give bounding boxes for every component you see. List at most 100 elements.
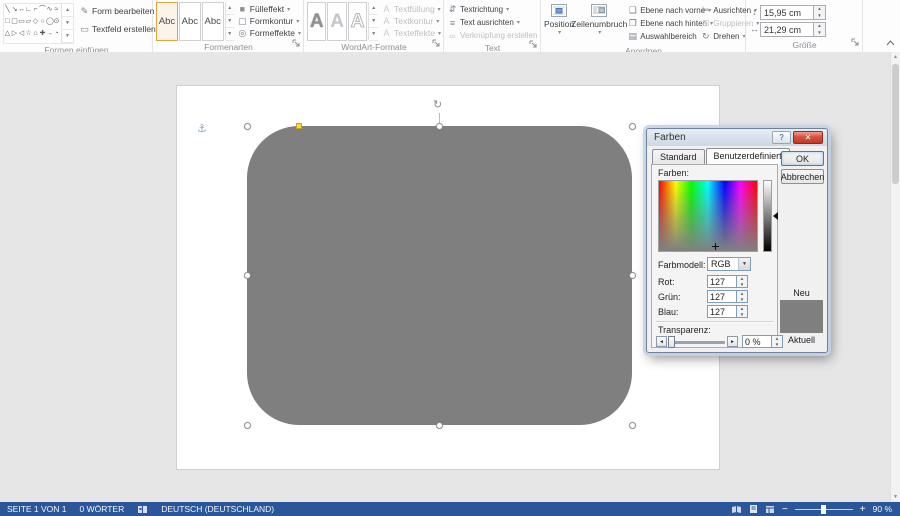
shape-icon[interactable]: ◇	[32, 16, 39, 28]
transparency-input[interactable]	[742, 335, 772, 348]
shape-icon[interactable]: ✚	[39, 28, 46, 40]
gallery-more-icon[interactable]: ▼	[62, 30, 73, 43]
group-objects-button[interactable]: ⊞ Gruppieren ▾	[700, 17, 752, 30]
gallery-more-icon[interactable]: ▼	[369, 28, 378, 41]
gallery-down-icon[interactable]: ▼	[226, 15, 234, 28]
shape-icon[interactable]: ↔	[18, 4, 25, 16]
gallery-more-icon[interactable]: ▼	[226, 28, 234, 41]
resize-handle-ne[interactable]	[629, 123, 636, 130]
shape-icon[interactable]: ⌒	[39, 4, 46, 16]
slider-right-icon[interactable]: ►	[727, 336, 738, 347]
dialog-launcher-icon[interactable]	[292, 39, 301, 51]
shape-icon[interactable]: ⌂	[32, 28, 39, 40]
shape-icon[interactable]: ▭	[18, 16, 25, 28]
send-backward-button[interactable]: ❐ Ebene nach hinten ▾	[627, 17, 697, 30]
text-direction-button[interactable]: ⇵ Textrichtung ▾	[447, 3, 509, 16]
gallery-down-icon[interactable]: ▼	[62, 17, 73, 30]
shape-icon[interactable]: →	[46, 28, 53, 40]
resize-handle-n[interactable]	[436, 123, 443, 130]
cancel-button[interactable]: Abbrechen	[781, 169, 824, 184]
shape-width-input[interactable]	[760, 22, 814, 37]
stepper-down-icon[interactable]: ▼	[814, 30, 825, 37]
resize-handle-e[interactable]	[629, 272, 636, 279]
stepper-down-icon[interactable]: ▼	[737, 282, 747, 288]
color-model-select[interactable]: RGB ▼	[707, 257, 751, 271]
scroll-down-icon[interactable]: ▼	[891, 494, 900, 500]
position-button[interactable]: Position ▾	[544, 2, 574, 45]
help-button[interactable]: ?	[772, 131, 791, 144]
dialog-launcher-icon[interactable]	[432, 39, 441, 51]
edit-shape-button[interactable]: ✎ Form bearbeiten ▾	[77, 2, 162, 20]
text-outline-button[interactable]: A Textkontur ▾	[381, 15, 441, 27]
text-effects-button[interactable]: A Texteffekte ▾	[381, 27, 441, 39]
align-text-button[interactable]: ≡ Text ausrichten ▾	[447, 16, 520, 29]
tab-custom[interactable]: Benutzerdefiniert	[706, 148, 790, 165]
slider-left-icon[interactable]: ◄	[656, 336, 667, 347]
transparency-slider-track[interactable]	[669, 341, 725, 344]
color-spectrum[interactable]	[658, 180, 758, 252]
stepper-down-icon[interactable]: ▼	[814, 13, 825, 20]
luminance-bar[interactable]	[763, 180, 772, 252]
blue-input[interactable]	[707, 305, 737, 318]
scroll-up-icon[interactable]: ▲	[891, 54, 900, 60]
shape-style-preview-1[interactable]: Abc	[156, 2, 178, 41]
web-layout-icon[interactable]	[765, 505, 775, 514]
dialog-launcher-icon[interactable]	[529, 40, 538, 52]
shape-icon[interactable]: ╲	[4, 4, 11, 16]
document-page[interactable]: ⚓ ↻	[176, 85, 720, 470]
zoom-in-icon[interactable]: +	[860, 504, 866, 515]
shape-outline-button[interactable]: ▢ Formkontur ▾	[237, 15, 301, 27]
shape-icon[interactable]: ≈	[53, 4, 60, 16]
resize-handle-sw[interactable]	[244, 422, 251, 429]
red-input[interactable]	[707, 275, 737, 288]
rotation-handle[interactable]: ↻	[433, 100, 442, 111]
shape-fill-button[interactable]: ■ Fülleffekt ▾	[237, 3, 301, 15]
zoom-slider[interactable]	[795, 509, 853, 510]
shape-icon[interactable]: ◔	[53, 28, 60, 40]
shape-style-preview-2[interactable]: Abc	[179, 2, 201, 41]
page-indicator[interactable]: SEITE 1 VON 1	[7, 504, 67, 514]
close-icon[interactable]: ✕	[793, 131, 823, 144]
gallery-up-icon[interactable]: ▲	[226, 2, 234, 15]
stepper-down-icon[interactable]: ▼	[737, 297, 747, 303]
selected-shape[interactable]	[247, 126, 632, 425]
shape-icon[interactable]: □	[4, 16, 11, 28]
print-layout-icon[interactable]	[749, 504, 758, 514]
shape-icon[interactable]: ⌐	[32, 4, 39, 16]
shape-icon[interactable]: △	[4, 28, 11, 40]
proofing-icon[interactable]	[137, 505, 148, 514]
shape-icon[interactable]: ◯	[46, 16, 53, 28]
zoom-slider-thumb[interactable]	[821, 505, 826, 514]
insert-shapes-gallery[interactable]: ╲↘↔∟⌐⌒∿≈□▢▭▱◇○◯⊙△▷◁☆⌂✚→◔ ▲ ▼ ▼	[3, 3, 74, 44]
wordart-preview-3[interactable]: A	[348, 2, 367, 41]
ok-button[interactable]: OK	[781, 151, 824, 166]
word-count[interactable]: 0 WÖRTER	[80, 504, 125, 514]
shape-icon[interactable]: ∟	[25, 4, 32, 16]
shape-icon[interactable]: ↘	[11, 4, 18, 16]
read-mode-icon[interactable]	[731, 505, 742, 514]
resize-handle-nw[interactable]	[244, 123, 251, 130]
shape-icon[interactable]: ○	[39, 16, 46, 28]
zoom-percent[interactable]: 90 %	[873, 504, 892, 514]
align-objects-button[interactable]: ⊨ Ausrichten ▾	[700, 4, 752, 17]
transparency-slider-thumb[interactable]	[668, 336, 675, 348]
adjust-handle[interactable]	[296, 123, 302, 129]
create-link-button[interactable]: ∞ Verknüpfung erstellen	[447, 29, 537, 42]
resize-handle-s[interactable]	[436, 422, 443, 429]
shape-icon[interactable]: ◁	[18, 28, 25, 40]
resize-handle-se[interactable]	[629, 422, 636, 429]
shape-style-preview-3[interactable]: Abc	[202, 2, 224, 41]
rotate-objects-button[interactable]: ↻ Drehen ▾	[700, 30, 752, 43]
green-input[interactable]	[707, 290, 737, 303]
luminance-arrow-icon[interactable]	[773, 212, 778, 220]
gallery-down-icon[interactable]: ▼	[369, 15, 378, 28]
wordart-preview-2[interactable]: A	[327, 2, 346, 41]
shape-icon[interactable]: ▷	[11, 28, 18, 40]
wrap-text-button[interactable]: Zeilenumbruch ▾	[574, 2, 624, 45]
stepper-down-icon[interactable]: ▼	[737, 312, 747, 318]
zoom-out-icon[interactable]: −	[782, 504, 788, 515]
dialog-titlebar[interactable]: Farben ? ✕	[647, 129, 827, 146]
shape-icon[interactable]: ▱	[25, 16, 32, 28]
shape-height-input[interactable]	[760, 5, 814, 20]
scrollbar-thumb[interactable]	[892, 64, 899, 184]
